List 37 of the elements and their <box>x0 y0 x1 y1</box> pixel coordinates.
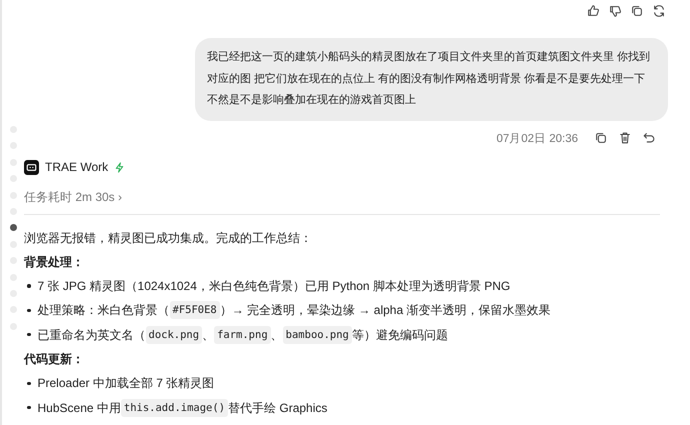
thumbs-down-icon[interactable] <box>608 4 622 18</box>
inline-code: bamboo.png <box>282 326 352 344</box>
agent-logo-icon <box>24 160 39 174</box>
inline-code: farm.png <box>214 326 271 344</box>
copy-icon[interactable] <box>630 4 644 18</box>
bullet-dot <box>27 332 30 336</box>
inline-code: this.add.image() <box>120 398 228 417</box>
bullet-dot <box>27 406 30 410</box>
inline-code: dock.png <box>146 326 202 344</box>
response-text: 替代手绘 Graphics <box>228 400 328 417</box>
section-heading: 代码更新： <box>24 350 84 368</box>
response-text: HubScene 中用 <box>38 400 121 417</box>
section-heading: 背景处理： <box>24 254 84 271</box>
response-text: ）→ 完全透明，晕染边缘 → alpha 渐变半透明，保留水墨效果 <box>220 302 550 320</box>
undo-icon[interactable] <box>642 131 656 145</box>
response-text: 、 <box>202 326 214 344</box>
bullet-dot <box>27 308 30 312</box>
response-text: 已重命名为英文名（ <box>38 326 146 344</box>
response-text: 处理策略：米白色背景（ <box>38 302 170 320</box>
response-text: 7 张 JPG 精灵图（1024x1024，米白色纯色背景）已用 Python 脚本处理为透明背景 PNG <box>38 278 510 296</box>
user-message: 我已经把这一页的建筑小船码头的精灵图放在了项目文件夹里的首页建筑图文件夹里 你找到对应的图 把它们放在现在的点位上 有的图没有制作网格透明背景 你看是不是要先处理一下不然是不是影响叠加在现在的游戏首页图上 <box>195 38 668 120</box>
agent-name: TRAE Work <box>45 160 108 174</box>
response-text: Preloader 中加载全部 7 张精灵图 <box>38 375 214 392</box>
bullet-dot <box>27 382 30 386</box>
lightning-icon <box>114 162 126 172</box>
task-duration-toggle[interactable]: 任务耗时 2m 30s › <box>24 188 122 206</box>
response-text: 等）避免编码问题 <box>352 326 448 344</box>
refresh-icon[interactable] <box>652 4 666 18</box>
trash-icon[interactable] <box>618 131 632 145</box>
response-text: 、 <box>270 326 283 344</box>
bullet-dot <box>27 284 30 288</box>
timestamp: 07月02日 20:36 <box>496 132 578 146</box>
response-text: 浏览器无报错，精灵图已成功集成。完成的工作总结： <box>24 230 312 246</box>
timeline-dot[interactable] <box>10 224 16 232</box>
inline-code: #F5F0E8 <box>170 301 220 320</box>
thumbs-up-icon[interactable] <box>586 4 600 18</box>
copy-icon[interactable] <box>594 131 608 145</box>
